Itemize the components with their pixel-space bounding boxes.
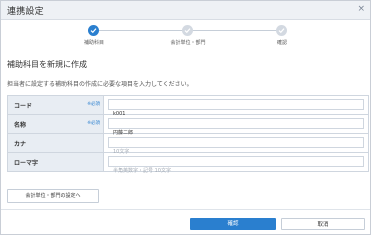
row-label-cell: 名称 ※必須 — [8, 115, 104, 133]
required-badge: ※必須 — [87, 102, 100, 107]
cancel-button[interactable]: 取消 — [281, 218, 365, 230]
footer-divider — [1, 209, 370, 210]
romaji-field-box — [108, 156, 364, 176]
step-progress: 補助科目 会計単位・部門 確認 — [1, 25, 370, 49]
row-label-cell: カナ — [8, 134, 104, 152]
subaccount-form: コード ※必須 名称 ※必須 カナ ロ — [7, 95, 369, 176]
dialog-title: 連携設定 — [7, 7, 44, 17]
romaji-label: ローマ字 — [14, 160, 39, 167]
step-1-label: 補助科目 — [83, 40, 105, 46]
step-2-check-icon — [182, 25, 193, 36]
step-3-label: 確認 — [276, 40, 288, 46]
kana-label: カナ — [14, 141, 27, 148]
code-field-box — [108, 99, 364, 119]
row-label-cell: ローマ字 — [8, 153, 104, 171]
dept-settings-button[interactable]: 会計単位・部門の設定へ — [7, 189, 99, 203]
required-badge: ※必須 — [87, 121, 100, 126]
row-label-cell: コード ※必須 — [8, 96, 104, 114]
description: 担当者に設定する補助科目の作成に必要な項目を入力してください。 — [7, 81, 193, 88]
dialog: 連携設定 × 補助科目 会計単位・部門 確認 補助科目を新規に作成 担当者に設定… — [0, 0, 371, 235]
name-field-box — [108, 118, 364, 137]
section-title: 補助科目を新規に作成 — [7, 60, 87, 69]
name-label: 名称 — [14, 122, 27, 129]
step-3-check-icon — [276, 25, 287, 36]
step-1-check-icon — [88, 25, 99, 36]
romaji-input[interactable] — [109, 166, 363, 176]
form-row-romaji: ローマ字 — [8, 153, 368, 176]
form-row-name: 名称 ※必須 — [8, 115, 368, 137]
dialog-titlebar: 連携設定 × — [1, 1, 370, 20]
form-row-code: コード ※必須 — [8, 96, 368, 119]
close-icon[interactable]: × — [357, 4, 365, 14]
step-2-label: 会計単位・部門 — [170, 40, 206, 46]
code-label: コード — [14, 103, 33, 110]
kana-field-box — [108, 137, 364, 157]
form-row-kana: カナ — [8, 134, 368, 157]
confirm-button[interactable]: 確認 — [190, 218, 276, 230]
